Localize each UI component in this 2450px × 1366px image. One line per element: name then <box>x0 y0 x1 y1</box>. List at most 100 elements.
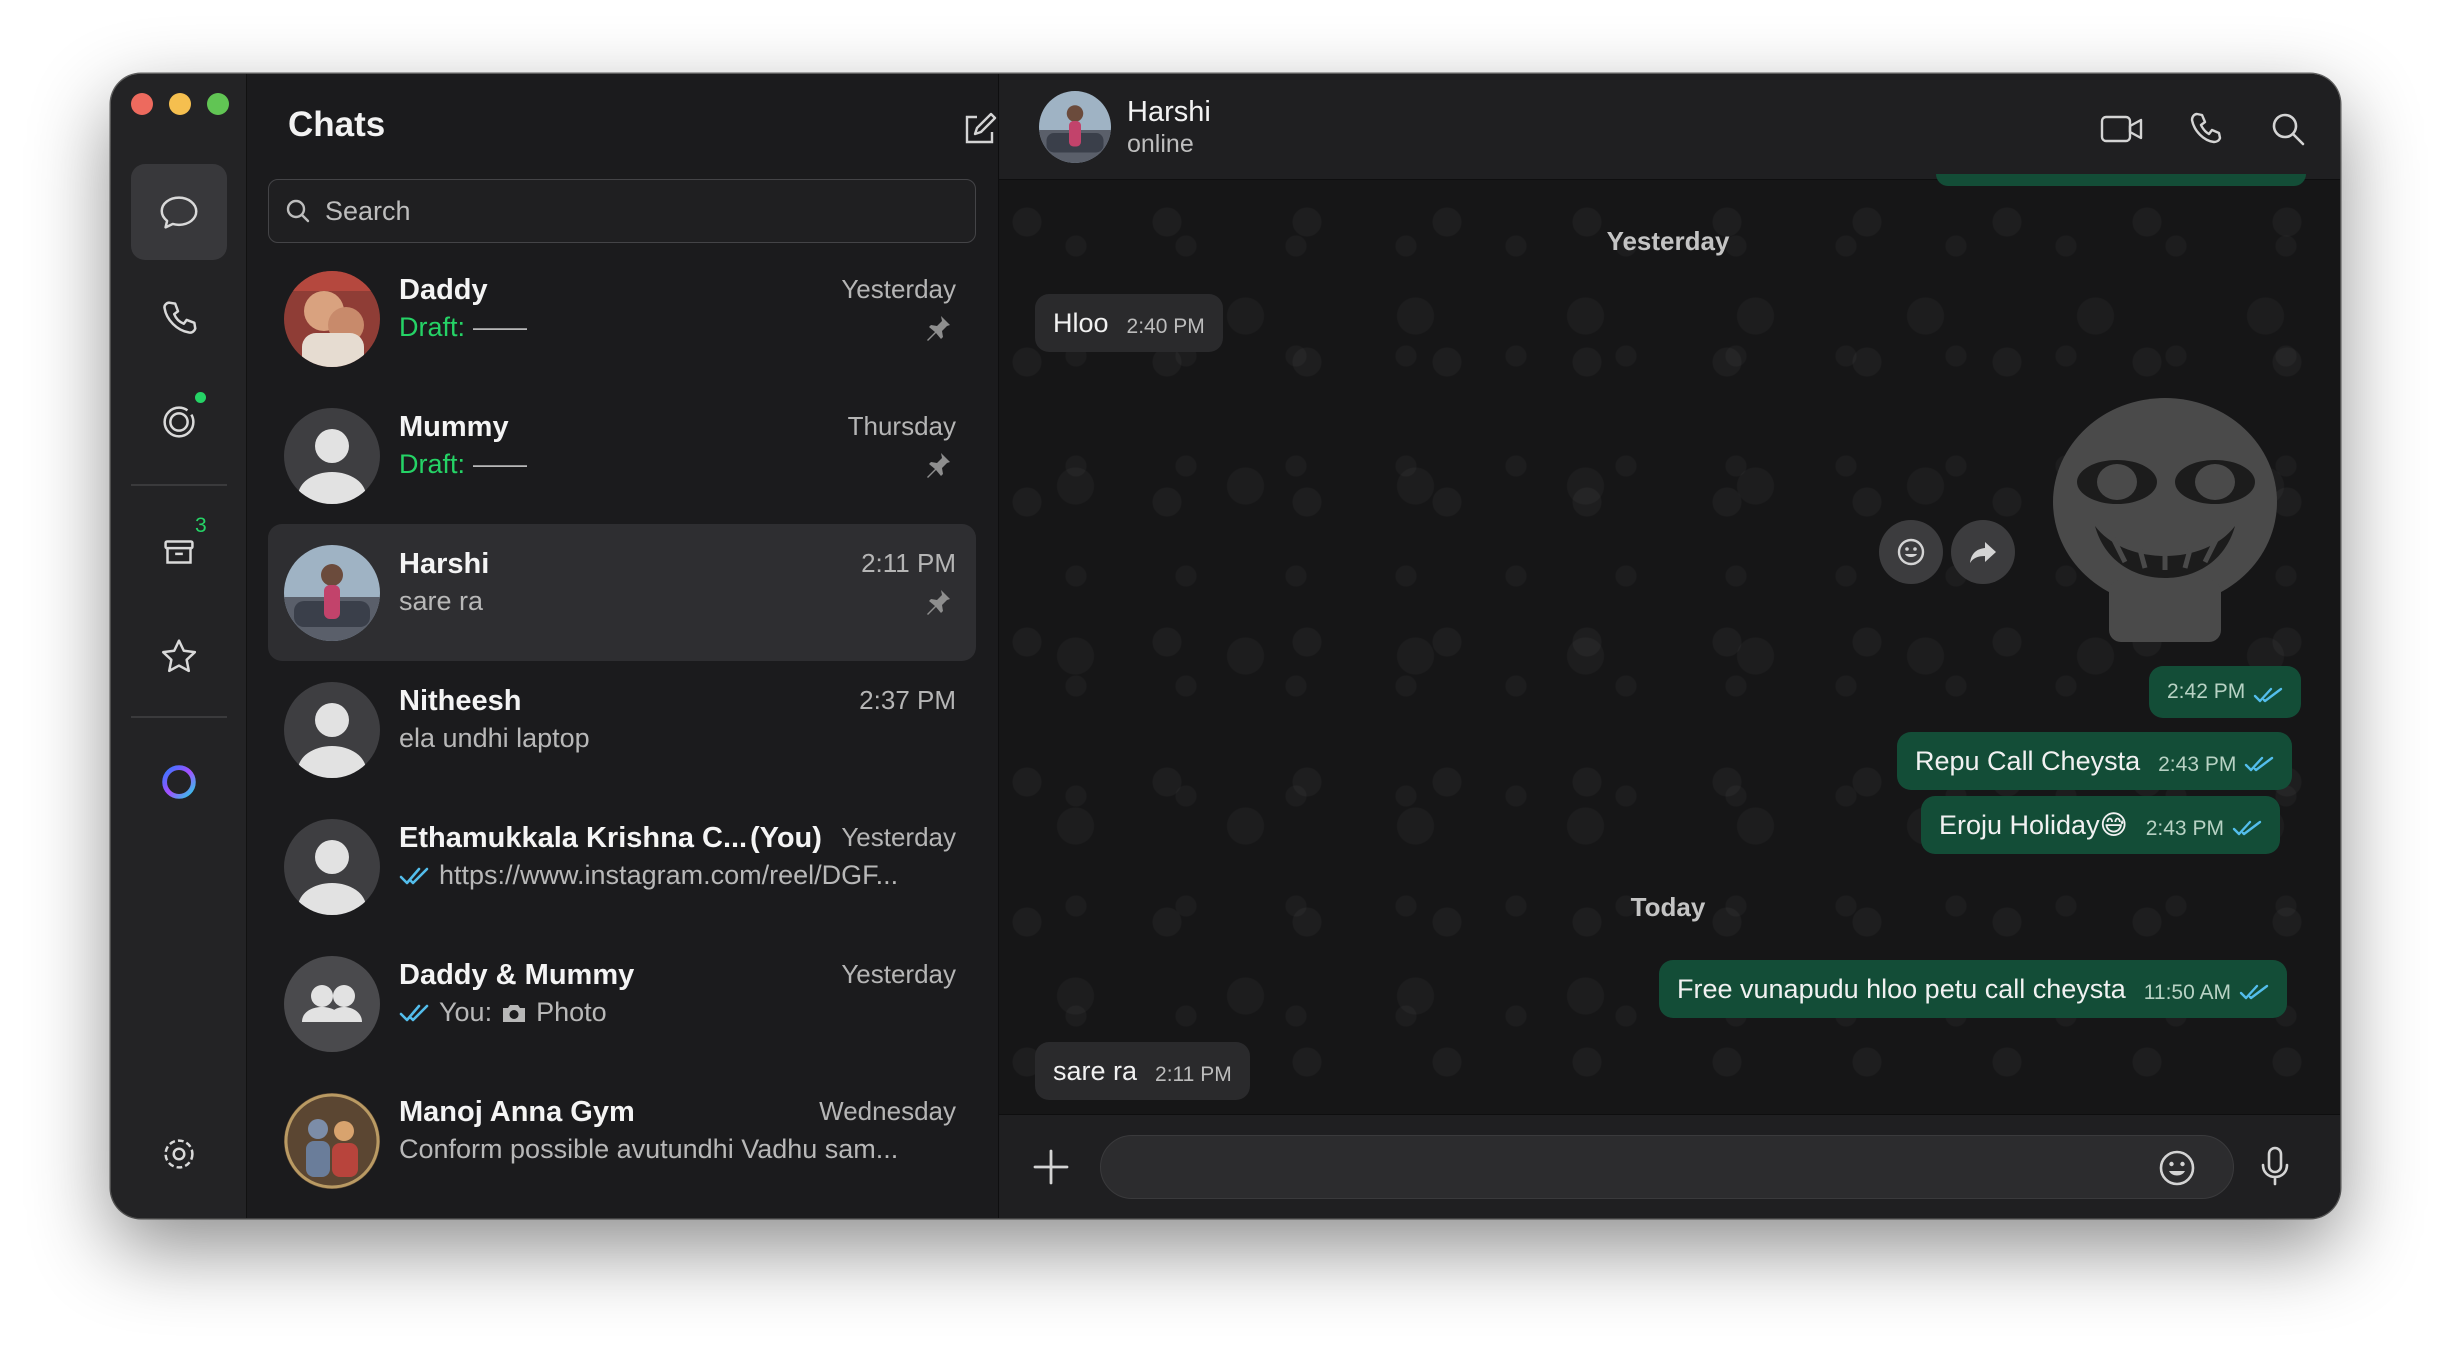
new-chat-icon[interactable] <box>959 110 999 150</box>
read-receipt-icon <box>399 1004 429 1021</box>
pin-icon <box>927 453 950 478</box>
conversation-panel: Harshi online Yesterday Hloo 2:40 PM 2:4… <box>999 74 2340 1218</box>
contact-photo <box>1039 91 1111 163</box>
microphone-icon[interactable] <box>2252 1143 2298 1189</box>
meta-ai-icon <box>162 765 196 799</box>
sticker-image[interactable] <box>2047 390 2283 650</box>
emoji-icon[interactable] <box>2156 1147 2198 1189</box>
contact-photo <box>284 1093 380 1189</box>
chat-name: Mummy <box>399 411 509 443</box>
rail-archived-button[interactable] <box>131 504 227 600</box>
read-receipt-icon <box>2232 820 2262 836</box>
voice-call-icon[interactable] <box>2185 108 2227 150</box>
star-icon <box>161 639 197 673</box>
video-call-icon[interactable] <box>2099 108 2145 150</box>
contact-avatar[interactable] <box>1039 91 1111 163</box>
chat-preview: ela undhi laptop <box>399 723 590 753</box>
group-avatar-icon <box>284 956 380 1052</box>
chat-time: 2:37 PM <box>859 685 956 715</box>
draft-label: Draft: <box>399 312 466 342</box>
message-text: Eroju Holiday😅 <box>1939 809 2128 840</box>
message-time: 11:50 AM <box>2143 981 2231 1004</box>
emoji-icon <box>1897 538 1925 566</box>
rail-status-button[interactable] <box>131 374 227 470</box>
preview-sender: You: <box>439 997 493 1027</box>
chat-time: Yesterday <box>841 822 956 852</box>
chat-row-manoj-anna-gym[interactable]: Manoj Anna Gym Wednesday Conform possibl… <box>268 1072 976 1209</box>
message-input-box[interactable] <box>1100 1135 2234 1199</box>
pin-icon <box>927 590 950 615</box>
message-outgoing[interactable]: Eroju Holiday😅 2:43 PM <box>1921 796 2280 854</box>
message-text: Free vunapudu hloo petu call cheysta <box>1677 973 2126 1004</box>
message-time: 2:11 PM <box>1155 1063 1232 1086</box>
rail-starred-button[interactable] <box>131 608 227 704</box>
chats-icon <box>160 196 198 229</box>
contact-status: online <box>1127 130 1194 158</box>
avatar <box>284 682 380 778</box>
message-text: sare ra <box>1053 1055 1138 1086</box>
rail-chats-button[interactable] <box>131 164 227 260</box>
close-window-button[interactable] <box>131 93 153 115</box>
preview-text: https://www.instagram.com/reel/DGF... <box>439 860 899 890</box>
message-outgoing[interactable]: Repu Call Cheysta 2:43 PM <box>1897 732 2293 790</box>
draft-label: Draft: <box>399 449 466 479</box>
chat-row-mummy[interactable]: Mummy Thursday Draft: —— <box>268 387 976 524</box>
default-avatar-icon <box>284 682 380 778</box>
default-avatar-icon <box>284 408 380 504</box>
message-outgoing[interactable]: Free vunapudu hloo petu call cheysta 11:… <box>1659 960 2287 1018</box>
chat-preview: https://www.instagram.com/reel/DGF... <box>399 860 898 891</box>
default-avatar-icon <box>284 819 380 915</box>
message-incoming[interactable]: Hloo 2:40 PM <box>1035 294 1223 352</box>
search-bar[interactable] <box>268 179 976 243</box>
you-tag: (You) <box>750 822 822 854</box>
attach-plus-icon[interactable] <box>1029 1145 1073 1189</box>
chat-row-daddy-mummy[interactable]: Daddy & Mummy Yesterday You: Photo <box>268 935 976 1072</box>
chat-name: Nitheesh <box>399 685 522 717</box>
avatar <box>284 819 380 915</box>
rail-calls-button[interactable] <box>131 270 227 366</box>
forward-icon <box>1970 542 1996 563</box>
rail-divider <box>131 716 227 718</box>
chat-preview: Draft: —— <box>399 449 527 480</box>
read-receipt-icon <box>2254 687 2283 703</box>
zoom-window-button[interactable] <box>207 93 229 115</box>
message-text: Repu Call Cheysta <box>1915 745 2141 776</box>
read-receipt-icon <box>399 867 429 884</box>
status-icon <box>163 406 195 438</box>
rail-divider <box>131 484 227 486</box>
forward-button[interactable] <box>1951 520 2015 584</box>
chat-row-self[interactable]: Ethamukkala Krishna C... (You) Yesterday… <box>268 798 976 935</box>
avatar <box>284 408 380 504</box>
draft-text: —— <box>473 312 528 342</box>
message-incoming[interactable]: sare ra 2:11 PM <box>1035 1042 1250 1100</box>
minimize-window-button[interactable] <box>169 93 191 115</box>
chat-time: 2:11 PM <box>861 548 956 578</box>
search-icon <box>286 199 310 223</box>
message-time: 2:43 PM <box>2145 817 2224 840</box>
chat-row-nitheesh[interactable]: Nitheesh 2:37 PM ela undhi laptop <box>268 661 976 798</box>
chat-preview: Conform possible avutundhi Vadhu sam... <box>399 1134 899 1164</box>
message-input[interactable] <box>1129 1136 2149 1198</box>
chat-name: Harshi <box>399 548 490 580</box>
message-text: Hloo <box>1053 307 1109 338</box>
chat-preview: You: Photo <box>399 997 607 1028</box>
rail-settings-button[interactable] <box>131 1106 227 1202</box>
navigation-rail: 3 <box>111 74 247 1218</box>
rail-meta-ai-button[interactable] <box>131 734 227 830</box>
conversation-header[interactable]: Harshi online <box>999 74 2340 180</box>
react-button[interactable] <box>1879 520 1943 584</box>
chat-row-daddy[interactable]: Daddy Yesterday Draft: —— <box>268 250 976 387</box>
message-time: 2:42 PM <box>2167 680 2246 703</box>
status-unread-dot <box>195 392 206 403</box>
chat-name: Daddy <box>399 274 488 306</box>
message-outgoing-sticker-meta: 2:42 PM <box>2149 666 2302 718</box>
date-separator-today: Today <box>1630 892 1706 922</box>
chat-row-harshi[interactable]: Harshi 2:11 PM sare ra <box>268 524 976 661</box>
message-composer <box>999 1114 2340 1218</box>
search-input[interactable] <box>325 195 925 227</box>
contact-photo <box>284 545 380 641</box>
contact-photo <box>284 271 380 367</box>
app-window: 3 Chats Search Daddy Yesterday Draft: ——… <box>111 74 2340 1218</box>
search-icon[interactable] <box>2267 108 2309 150</box>
window-controls <box>131 93 229 115</box>
